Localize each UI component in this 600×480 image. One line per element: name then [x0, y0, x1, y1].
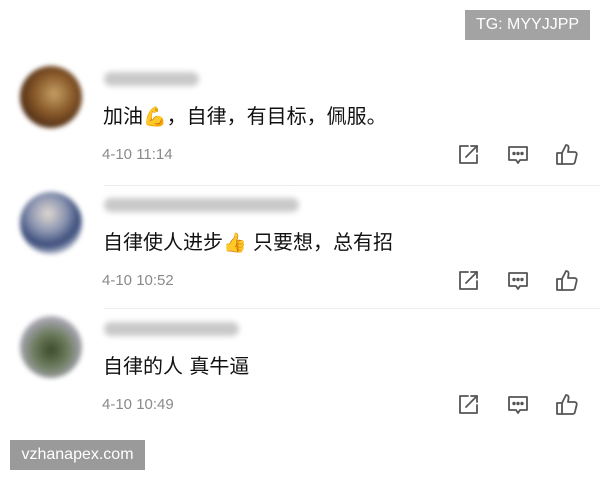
- comment-text-part: 只要想，总有招: [246, 230, 394, 254]
- comment-text: 自律使人进步👍 只要想，总有招: [103, 228, 393, 257]
- comment-item: 自律的人 真牛逼 4-10 10:49: [0, 312, 600, 432]
- nickname-blurred[interactable]: [104, 198, 299, 212]
- avatar[interactable]: [20, 316, 82, 378]
- thumbs-up-icon[interactable]: [554, 392, 580, 418]
- comment-text-part: 加油: [103, 104, 143, 128]
- thumbs-up-icon[interactable]: [554, 268, 580, 294]
- thumbs-up-emoji: 👍: [223, 232, 247, 254]
- thumbs-up-icon[interactable]: [554, 142, 580, 168]
- share-edit-icon[interactable]: [455, 142, 481, 168]
- watermark-bottom: vzhanapex.com: [10, 440, 145, 470]
- avatar[interactable]: [20, 192, 82, 254]
- comment-text-part: 自律使人进步: [103, 230, 223, 254]
- nickname-blurred[interactable]: [104, 322, 239, 336]
- flexed-biceps-emoji: 💪: [143, 106, 167, 128]
- comment-item: 加油💪，自律，有目标，佩服。 4-10 11:14: [0, 62, 600, 182]
- watermark-top: TG: MYYJJPP: [465, 10, 590, 40]
- comment-timestamp: 4-10 10:49: [102, 396, 174, 413]
- comment-icon[interactable]: [505, 142, 531, 168]
- nickname-blurred[interactable]: [104, 72, 199, 86]
- avatar[interactable]: [20, 66, 82, 128]
- comment-timestamp: 4-10 11:14: [102, 146, 173, 163]
- share-edit-icon[interactable]: [455, 268, 481, 294]
- comment-timestamp: 4-10 10:52: [102, 272, 174, 289]
- divider: [104, 308, 600, 309]
- comment-icon[interactable]: [505, 392, 531, 418]
- comment-text-part: 自律的人 真牛逼: [103, 354, 250, 378]
- divider: [104, 185, 600, 186]
- comment-text-part: ，自律，有目标，佩服。: [166, 104, 387, 128]
- comment-text: 加油💪，自律，有目标，佩服。: [103, 102, 387, 131]
- comment-text: 自律的人 真牛逼: [103, 352, 249, 380]
- comment-item: 自律使人进步👍 只要想，总有招 4-10 10:52: [0, 188, 600, 308]
- share-edit-icon[interactable]: [455, 392, 481, 418]
- comment-icon[interactable]: [505, 268, 531, 294]
